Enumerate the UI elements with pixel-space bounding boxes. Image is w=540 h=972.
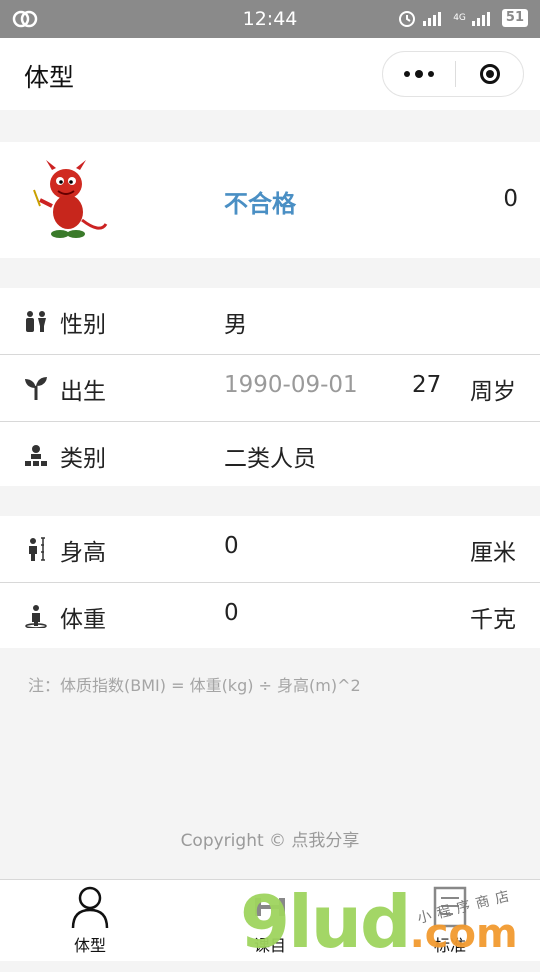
bmi-note: 注：体质指数(BMI) = 体重(kg) ÷ 身高(m)^2 xyxy=(28,676,361,695)
signal-icon xyxy=(423,12,442,26)
body-section: 身高 0 厘米 体重 0 千克 xyxy=(0,516,540,648)
target-icon xyxy=(479,64,500,84)
battery-indicator: 51 xyxy=(501,9,528,27)
page-title: 体型 xyxy=(24,63,75,92)
category-label: 类别 xyxy=(60,446,106,472)
height-label: 身高 xyxy=(60,540,106,566)
status-bar: 12:44 4G 51 xyxy=(0,0,540,38)
profile-card: 不合格 0 xyxy=(0,142,540,258)
fitness-result: 不合格 xyxy=(224,190,296,218)
tab-label: 体型 xyxy=(73,936,106,955)
birth-label: 出生 xyxy=(60,379,106,405)
birth-date-picker[interactable]: 1990-09-01 xyxy=(224,372,358,398)
mini-program-capsule xyxy=(382,51,524,97)
more-button[interactable] xyxy=(383,70,455,78)
age-value: 27 xyxy=(412,372,442,398)
gender-value[interactable]: 男 xyxy=(224,305,247,339)
network-type: 4G xyxy=(453,13,466,23)
category-value[interactable]: 二类人员 xyxy=(224,439,316,473)
age-unit: 周岁 xyxy=(470,379,516,405)
more-dot-icon xyxy=(428,71,434,77)
height-row[interactable]: 身高 0 厘米 xyxy=(0,516,540,583)
weight-unit: 千克 xyxy=(470,607,516,633)
org-chart-icon xyxy=(25,445,47,466)
status-icons: 4G 51 xyxy=(397,8,528,28)
gender-icon xyxy=(26,311,46,332)
sprout-icon xyxy=(25,377,47,400)
devil-mascot-icon xyxy=(22,156,110,244)
close-button[interactable] xyxy=(456,64,523,84)
signal-icon-2 xyxy=(471,12,490,26)
copyright[interactable]: Copyright © 点我分享 xyxy=(0,826,540,851)
score-value: 0 xyxy=(503,186,518,212)
gender-label: 性别 xyxy=(60,312,106,338)
nav-bar: 体型 xyxy=(0,38,540,110)
tab-body-type[interactable]: 体型 xyxy=(0,880,180,961)
weight-row[interactable]: 体重 0 千克 xyxy=(0,583,540,649)
gender-row[interactable]: 性别 男 xyxy=(0,288,540,355)
info-section: 性别 男 出生 1990-09-01 27 周岁 类别 二类人员 xyxy=(0,288,540,486)
weight-icon xyxy=(25,605,47,628)
birth-row[interactable]: 出生 1990-09-01 27 周岁 xyxy=(0,355,540,422)
weight-label: 体重 xyxy=(60,607,106,633)
person-icon xyxy=(71,886,109,928)
alarm-icon xyxy=(399,11,416,27)
category-row[interactable]: 类别 二类人员 xyxy=(0,422,540,488)
more-dot-icon xyxy=(404,71,410,77)
more-dot-icon xyxy=(415,70,423,78)
height-icon xyxy=(29,537,45,561)
weight-input[interactable]: 0 xyxy=(224,600,239,626)
height-input[interactable]: 0 xyxy=(224,533,239,559)
height-unit: 厘米 xyxy=(470,540,516,566)
